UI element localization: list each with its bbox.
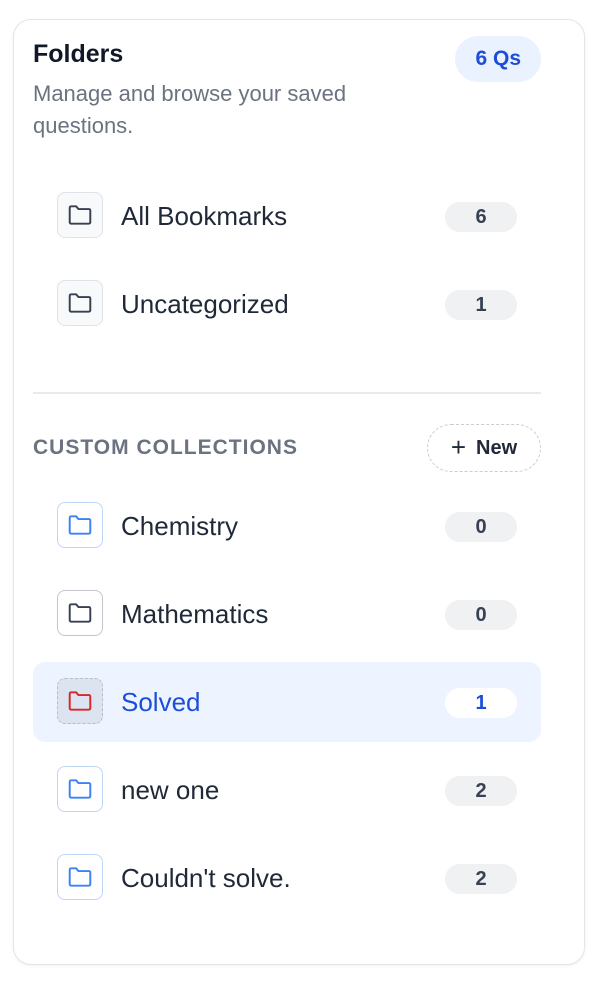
- collection-label: Couldn't solve.: [121, 863, 291, 893]
- plus-icon: +: [450, 432, 467, 462]
- collection-item-chemistry[interactable]: Chemistry 0: [33, 486, 541, 566]
- collection-item-couldnt-solve[interactable]: Couldn't solve. 2: [33, 838, 541, 918]
- collection-count-badge: 1: [445, 688, 517, 718]
- collection-count-badge: 0: [445, 512, 517, 542]
- folder-count-badge: 1: [445, 290, 517, 320]
- folder-icon: [57, 678, 103, 724]
- new-collection-button[interactable]: + New: [427, 424, 541, 472]
- folder-item-all-bookmarks[interactable]: All Bookmarks 6: [33, 176, 541, 256]
- folder-icon: [57, 192, 103, 238]
- collection-count-badge: 0: [445, 600, 517, 630]
- panel-header: Folders Manage and browse your saved que…: [33, 34, 541, 142]
- custom-collection-list: Chemistry 0 Mathematics 0 Solved 1 new o…: [33, 486, 541, 926]
- folder-item-uncategorized[interactable]: Uncategorized 1: [33, 264, 541, 344]
- collection-item-mathematics[interactable]: Mathematics 0: [33, 574, 541, 654]
- new-button-label: New: [476, 436, 518, 459]
- section-divider: [33, 392, 541, 394]
- folder-count-badge: 6: [445, 202, 517, 232]
- collection-label: Solved: [121, 687, 201, 717]
- folder-label: Uncategorized: [121, 289, 289, 319]
- collection-label: Chemistry: [121, 511, 239, 541]
- collection-count-badge: 2: [445, 864, 517, 894]
- question-count-badge: 6 Qs: [455, 36, 541, 82]
- collection-count-badge: 2: [445, 776, 517, 806]
- collection-label: new one: [121, 775, 220, 805]
- custom-collections-header: CUSTOM COLLECTIONS + New: [33, 424, 541, 472]
- folder-icon: [57, 502, 103, 548]
- collection-label: Mathematics: [121, 599, 269, 629]
- folder-icon: [57, 590, 103, 636]
- default-folder-list: All Bookmarks 6 Uncategorized 1: [33, 176, 541, 352]
- collection-item-solved[interactable]: Solved 1: [33, 662, 541, 742]
- folder-label: All Bookmarks: [121, 201, 288, 231]
- folder-icon: [57, 280, 103, 326]
- collection-item-new-one[interactable]: new one 2: [33, 750, 541, 830]
- section-title: CUSTOM COLLECTIONS: [33, 436, 298, 459]
- folder-icon: [57, 854, 103, 900]
- folder-icon: [57, 766, 103, 812]
- panel-subtitle: Manage and browse your saved questions.: [33, 81, 347, 138]
